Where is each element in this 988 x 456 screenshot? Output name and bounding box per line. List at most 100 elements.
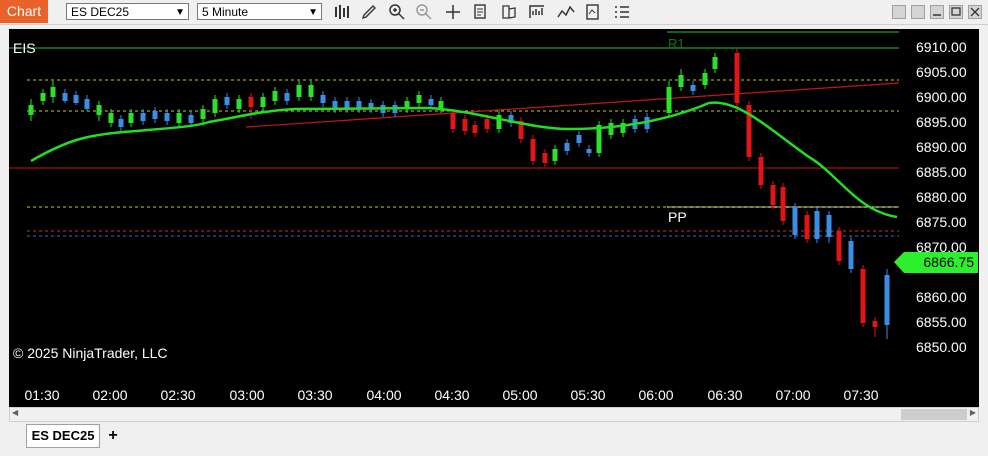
zoom-out-icon[interactable]	[414, 3, 434, 21]
time-tick: 06:00	[638, 387, 674, 403]
candle-body	[678, 75, 684, 87]
time-tick: 07:00	[775, 387, 811, 403]
horizontal-scrollbar[interactable]: ◀ ▶	[9, 407, 979, 422]
price-tick: 6875.00	[916, 214, 967, 230]
candle-body	[826, 215, 832, 237]
price-tick: 6895.00	[916, 114, 967, 130]
candle-body	[308, 85, 314, 97]
candle-body	[40, 93, 46, 101]
instrument-value: ES DEC25	[71, 5, 130, 19]
candle-body	[224, 97, 230, 105]
candle-body	[296, 85, 302, 97]
trend-line	[245, 82, 900, 128]
candle-body	[804, 215, 810, 239]
candle-body	[284, 93, 290, 101]
pp-label: PP	[668, 209, 687, 225]
scroll-left-icon[interactable]: ◀	[12, 408, 18, 417]
candle-body	[200, 109, 206, 119]
price-tick: 6905.00	[916, 64, 967, 80]
price-tick: 6890.00	[916, 139, 967, 155]
candle-body	[472, 125, 478, 133]
interval-selector[interactable]: 5 Minute ▼	[197, 3, 322, 20]
indicators-icon[interactable]	[556, 3, 576, 21]
candle-body	[140, 113, 146, 121]
properties-icon[interactable]	[471, 3, 491, 21]
candle-body	[108, 113, 114, 123]
maximize-icon[interactable]	[949, 5, 963, 19]
bars-icon[interactable]	[332, 3, 352, 21]
price-tick: 6855.00	[916, 314, 967, 330]
window-layout-button[interactable]	[911, 5, 925, 19]
template-icon[interactable]	[499, 3, 519, 21]
time-tick: 04:30	[434, 387, 470, 403]
instrument-label: EIS	[13, 40, 36, 56]
candle-body	[416, 95, 422, 103]
candle-body	[666, 87, 672, 113]
candle-body	[320, 95, 326, 103]
time-tick: 05:00	[502, 387, 538, 403]
chevron-down-icon: ▼	[175, 7, 185, 18]
candle-body	[96, 105, 102, 115]
time-tick: 03:00	[229, 387, 265, 403]
close-icon[interactable]	[968, 5, 982, 19]
copyright-watermark: © 2025 NinjaTrader, LLC	[13, 345, 168, 361]
candle-body	[542, 153, 548, 163]
price-tick: 6900.00	[916, 89, 967, 105]
candle-body	[860, 269, 866, 323]
chevron-down-icon: ▼	[308, 7, 318, 18]
crosshair-icon[interactable]	[443, 3, 463, 21]
minimize-left-button[interactable]	[892, 5, 906, 19]
candle-body	[690, 85, 696, 91]
time-tick: 05:30	[570, 387, 606, 403]
price-tick: 6880.00	[916, 189, 967, 205]
candle-body	[128, 113, 134, 123]
candle-body	[608, 123, 614, 135]
candle-body	[50, 87, 56, 97]
instrument-selector[interactable]: ES DEC25 ▼	[66, 3, 189, 20]
candle-body	[73, 95, 79, 103]
candle-body	[236, 99, 242, 109]
candle-body	[248, 97, 254, 107]
candle-body	[428, 99, 434, 105]
time-tick: 02:00	[92, 387, 128, 403]
candle-body	[62, 93, 68, 101]
candle-body	[272, 91, 278, 101]
candle-body	[770, 185, 776, 205]
scrollbar-thumb[interactable]	[901, 409, 967, 420]
candle-body	[712, 57, 718, 69]
candle-body	[814, 211, 820, 239]
instrument-tab[interactable]: ES DEC25	[26, 424, 100, 448]
pencil-icon[interactable]	[360, 3, 380, 21]
add-tab-button[interactable]: +	[104, 427, 122, 445]
strategies-icon[interactable]	[527, 3, 547, 21]
data-box-icon[interactable]	[583, 3, 603, 21]
interval-value: 5 Minute	[202, 5, 249, 19]
candle-body	[564, 143, 570, 151]
candle-body	[176, 113, 182, 123]
scroll-right-icon[interactable]: ▶	[970, 408, 976, 417]
candle-body	[152, 111, 158, 119]
price-axis[interactable]: 6910.00 6905.00 6900.00 6895.00 6890.00 …	[908, 29, 979, 407]
candle-body	[484, 119, 490, 129]
more-icon[interactable]	[612, 3, 632, 21]
candle-body	[792, 207, 798, 235]
time-tick: 02:30	[160, 387, 196, 403]
candle-body	[734, 53, 740, 103]
candle-body	[780, 187, 786, 221]
r1-label: R1	[668, 36, 685, 51]
candle-body	[836, 231, 842, 261]
zoom-in-icon[interactable]	[387, 3, 407, 21]
candle-body	[530, 139, 536, 161]
candle-body	[260, 97, 266, 107]
minimize-icon[interactable]	[930, 5, 944, 19]
candle-body	[28, 105, 34, 115]
candle-body	[872, 321, 878, 327]
price-tick: 6885.00	[916, 164, 967, 180]
candle-body	[118, 119, 124, 127]
candle-body	[576, 135, 582, 143]
chart-tab[interactable]: Chart	[0, 0, 48, 23]
chart-panel[interactable]: EIS R1 PP © 2025 NinjaTrader, LLC 6910.0…	[9, 29, 979, 407]
candle-body	[462, 119, 468, 131]
candle-body	[702, 73, 708, 85]
candle-body	[552, 149, 558, 161]
